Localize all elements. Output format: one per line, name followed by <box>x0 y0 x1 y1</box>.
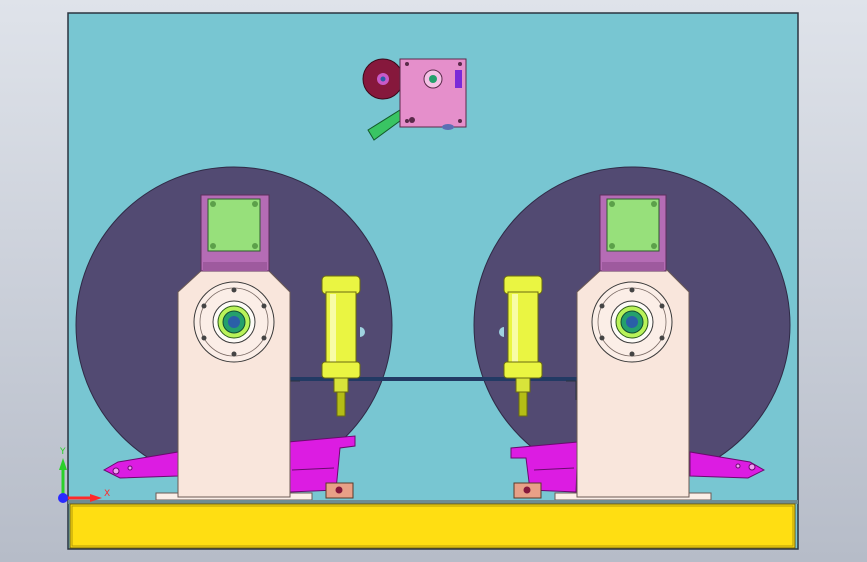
assembly-drawing: X Y <box>58 12 799 550</box>
y-axis-label: Y <box>59 447 66 457</box>
left-sensor-block <box>325 482 354 499</box>
cad-viewport[interactable]: X Y <box>0 0 867 562</box>
x-axis-label: X <box>104 489 110 499</box>
base-bar[interactable] <box>68 500 798 549</box>
right-sensor-block <box>513 482 542 499</box>
